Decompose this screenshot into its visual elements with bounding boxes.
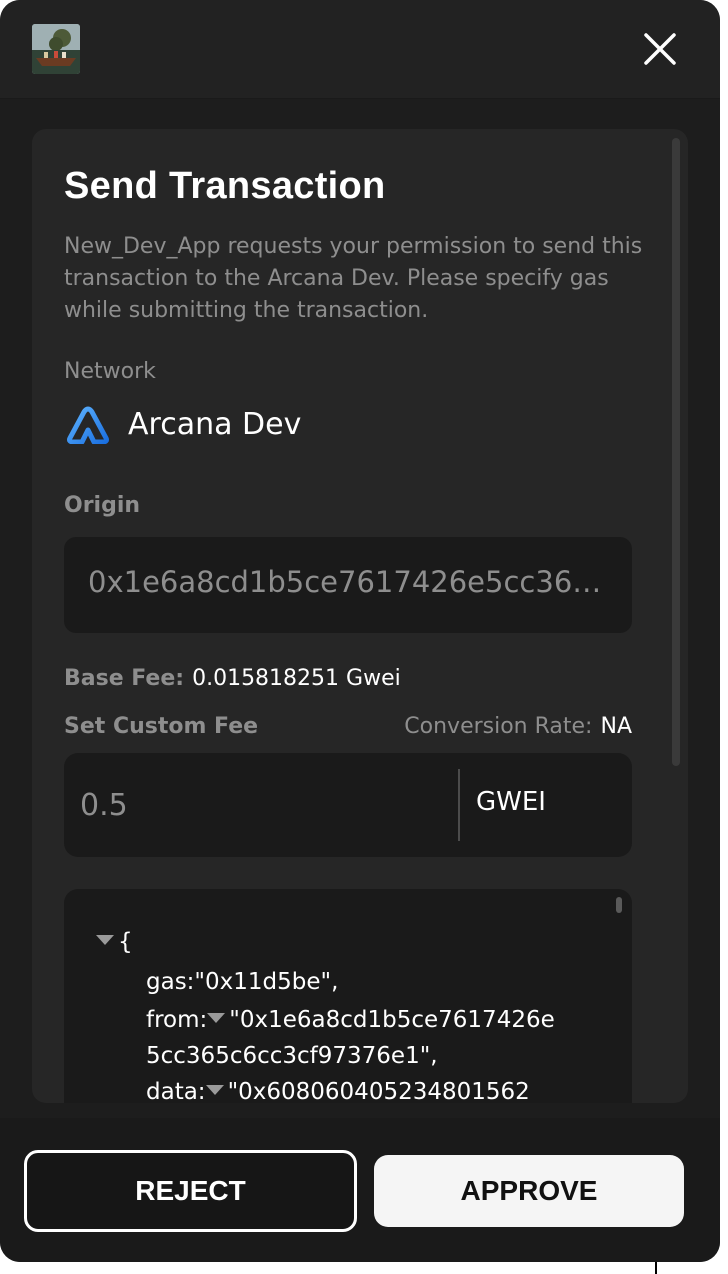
reject-button[interactable]: REJECT <box>24 1150 357 1232</box>
approve-button[interactable]: APPROVE <box>374 1155 684 1227</box>
base-fee-row: Base Fee: 0.015818251 Gwei <box>64 666 401 691</box>
custom-fee-label: Set Custom Fee <box>64 714 259 739</box>
json-from-value-cont: 5cc365c6cc3cf97376e1", <box>146 1043 438 1069</box>
json-data-key: data: <box>146 1079 206 1103</box>
network-name: Arcana Dev <box>128 406 302 442</box>
close-button[interactable] <box>636 25 684 73</box>
page-title: Send Transaction <box>64 165 386 207</box>
fee-divider <box>458 769 460 841</box>
header-bar <box>0 0 720 99</box>
wallet-window: Send Transaction New_Dev_App requests yo… <box>0 0 720 1262</box>
conversion-rate-value: NA <box>600 714 632 739</box>
collapse-caret-icon[interactable] <box>207 1012 226 1023</box>
action-footer: REJECT APPROVE <box>0 1118 720 1262</box>
collapse-caret-icon[interactable] <box>205 1084 224 1095</box>
base-fee-value: 0.015818251 Gwei <box>192 666 401 691</box>
network-label: Network <box>64 359 156 384</box>
json-from-value: "0x1e6a8cd1b5ce7617426e <box>229 1007 555 1033</box>
conversion-rate-label: Conversion Rate: <box>404 714 593 739</box>
origin-field: 0x1e6a8cd1b5ce7617426e5cc365c6cc3cf97376… <box>64 537 632 633</box>
arcana-logo-icon <box>67 406 109 444</box>
json-data-line: data: "0x608060405234801562 <box>146 1079 530 1103</box>
transaction-json-viewer[interactable]: { gas:"0x11d5be", from: "0x1e6a8cd1b5ce76… <box>64 889 632 1103</box>
conversion-rate: Conversion Rate: NA <box>404 714 632 739</box>
fee-unit: GWEI <box>476 787 546 817</box>
json-root: { <box>96 929 133 955</box>
card-scrollbar[interactable] <box>672 138 680 766</box>
json-scrollbar[interactable] <box>616 897 622 913</box>
json-data-value: "0x608060405234801562 <box>227 1079 530 1103</box>
transaction-card: Send Transaction New_Dev_App requests yo… <box>32 129 688 1103</box>
custom-fee-input[interactable] <box>64 753 456 857</box>
origin-address: 0x1e6a8cd1b5ce7617426e5cc365c6cc3cf97376… <box>88 565 608 599</box>
close-icon <box>644 33 676 65</box>
app-logo <box>32 24 80 74</box>
network-row: Arcana Dev <box>64 401 301 447</box>
json-from-key: from: <box>146 1007 208 1033</box>
json-from-line: from: "0x1e6a8cd1b5ce7617426e <box>146 1007 555 1033</box>
request-description: New_Dev_App requests your permission to … <box>64 234 643 323</box>
custom-fee-field: GWEI <box>64 753 632 857</box>
background-edge-line <box>655 1262 657 1274</box>
base-fee-label: Base Fee: <box>64 666 185 691</box>
collapse-caret-icon[interactable] <box>96 934 114 945</box>
json-gas-line: gas:"0x11d5be", <box>146 969 339 995</box>
origin-label: Origin <box>64 493 141 518</box>
json-open-brace: { <box>118 929 133 955</box>
